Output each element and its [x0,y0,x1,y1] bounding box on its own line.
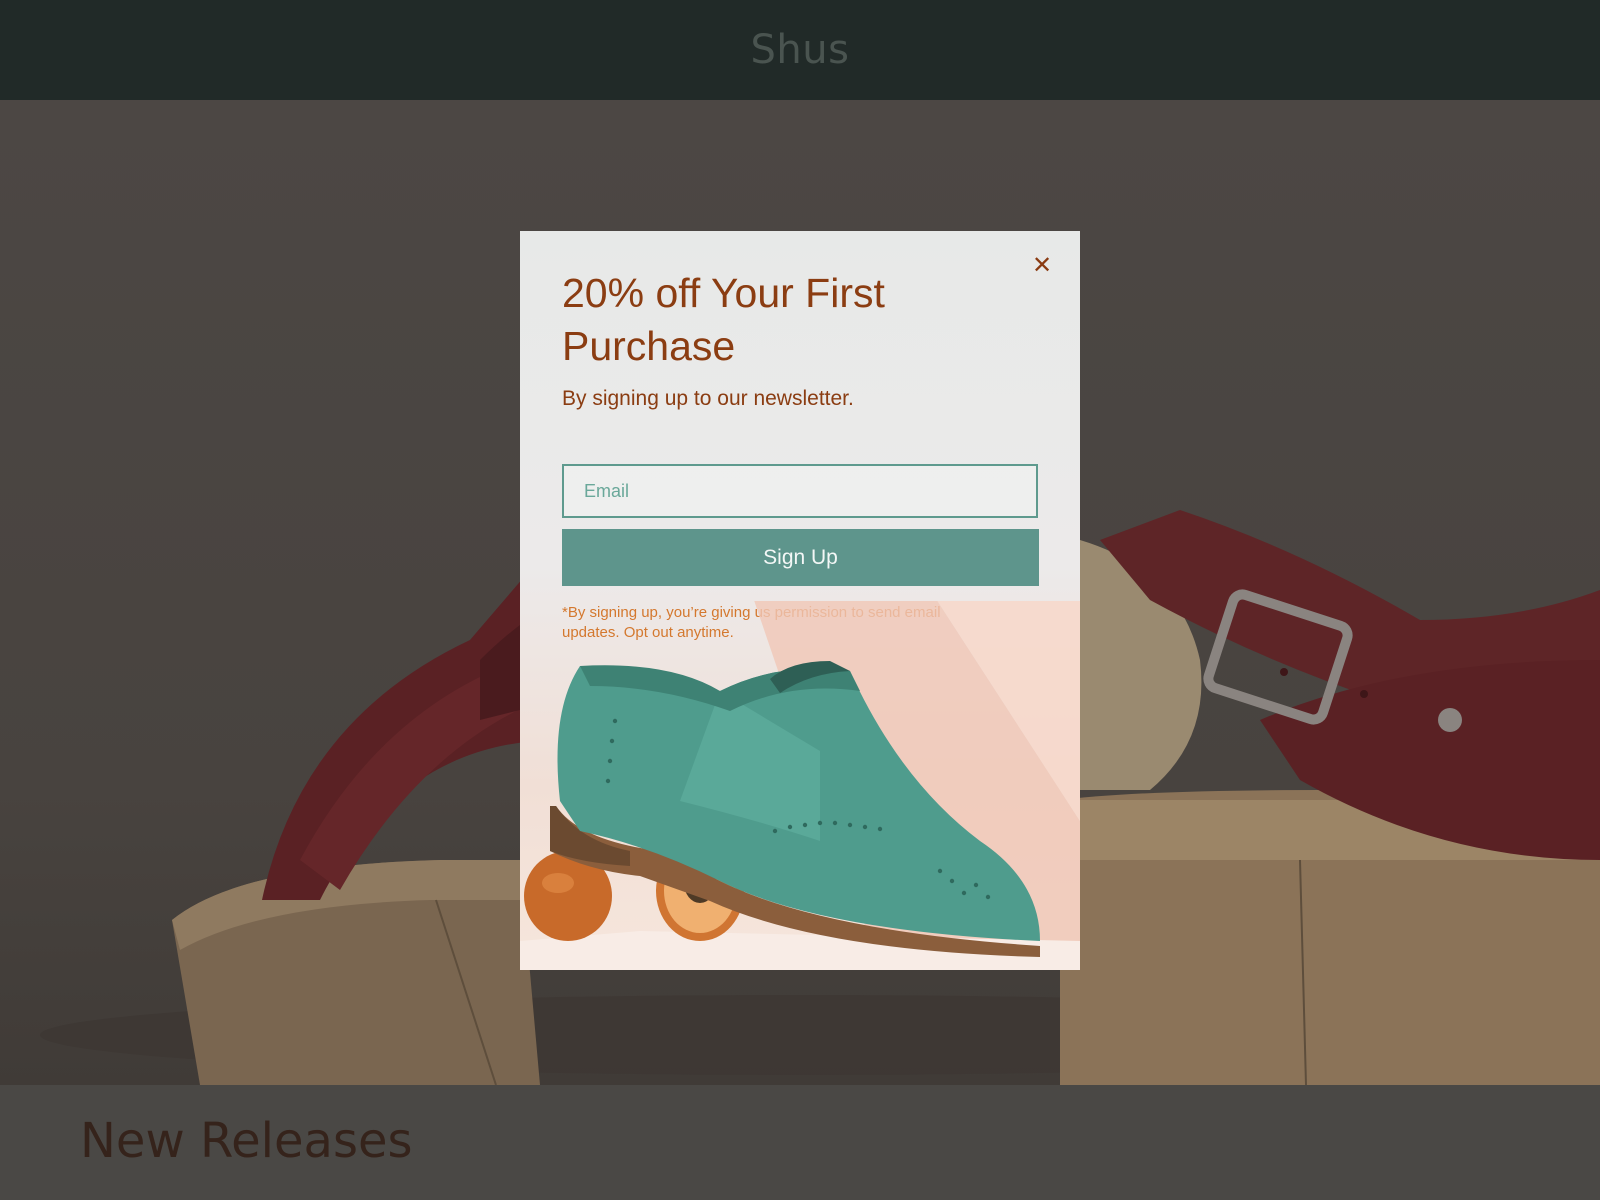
modal-subtitle: By signing up to our newsletter. [562,387,854,410]
sign-up-button[interactable]: Sign Up [562,529,1039,586]
brand-logo[interactable]: Shus [751,27,850,73]
modal-title: 20% off Your First Purchase [562,270,885,369]
close-icon[interactable]: ✕ [1030,253,1054,277]
green-brogue-shoe-with-apricots [520,601,1080,970]
site-header: Shus [0,0,1600,100]
section-title: New Releases [80,1113,413,1169]
newsletter-modal: ✕ 20% off Your First Purchase By signing… [520,231,1080,970]
email-field[interactable] [562,464,1038,518]
